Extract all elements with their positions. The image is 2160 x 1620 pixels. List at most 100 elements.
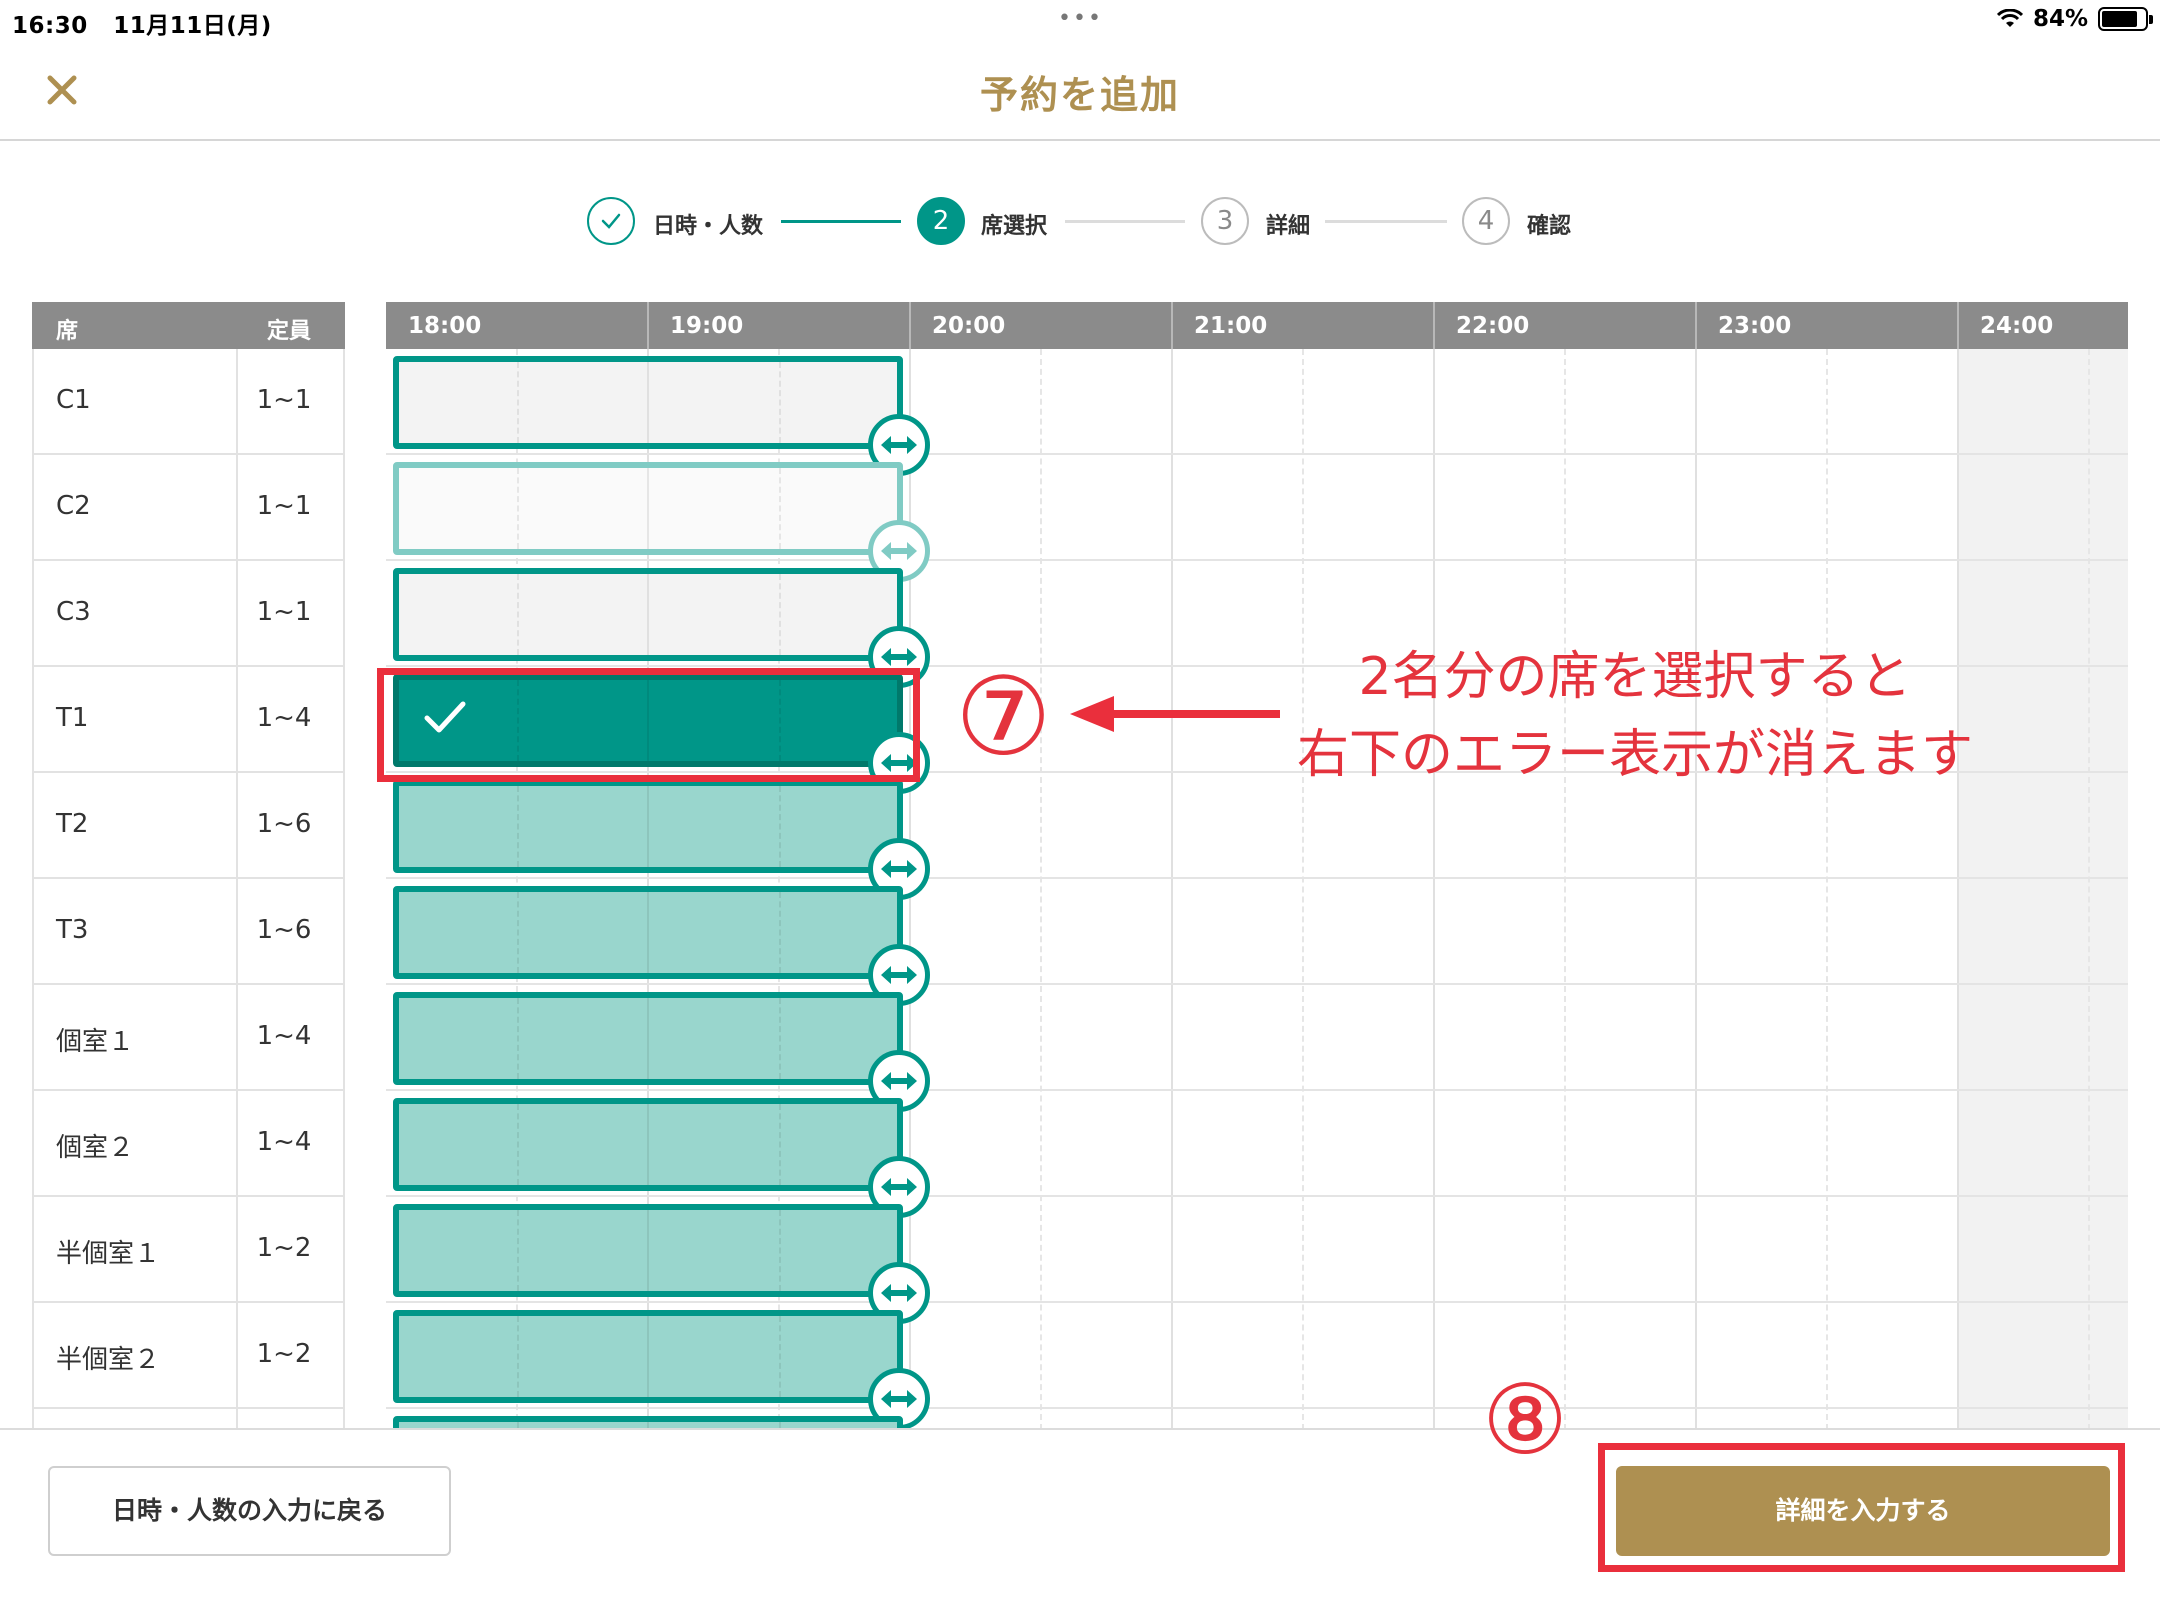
- step-4-label: 確認: [1527, 214, 1572, 239]
- seat-name: C2: [56, 491, 91, 521]
- timeline-hour-label: 24:00: [1980, 313, 2054, 339]
- seat-table: 席 定員 C1 1~1 C2 1~1 C3 1~1 T1 1~4 T2 1~6 T3 1~6 個室１ 1~…: [32, 302, 345, 1430]
- seat-row: [32, 1409, 345, 1430]
- status-time: 16:30 11月11日(月): [12, 6, 272, 40]
- timeline-half-hour-line: [1302, 349, 1304, 1430]
- timeline-hour-divider: [1957, 302, 1959, 349]
- block-half-hour-line: [517, 786, 519, 867]
- enter-details-button[interactable]: 詳細を入力する: [1616, 1466, 2110, 1556]
- block-hour-line: [647, 680, 649, 761]
- seat-name: C1: [56, 385, 91, 415]
- timeline-grid: 18:00 19:00 20:00 21:00 22:00 23:00 24:00: [386, 302, 2128, 1430]
- step-3-circle: 3: [1201, 197, 1249, 245]
- block-hour-line: [647, 468, 649, 549]
- timeline-hour-label: 22:00: [1456, 313, 1530, 339]
- column-divider: [236, 1409, 238, 1430]
- block-half-hour-line: [779, 998, 781, 1079]
- timeline-hour-label: 18:00: [408, 313, 482, 339]
- reservation-block[interactable]: [393, 1310, 930, 1430]
- status-date: 11月11日(月): [113, 13, 272, 39]
- seat-row: 個室２ 1~4: [32, 1091, 345, 1197]
- timeline-hour-label: 20:00: [932, 313, 1006, 339]
- timeline-row-line: [386, 559, 2128, 561]
- step-connector-3: [1325, 220, 1447, 223]
- resize-arrows-icon: [881, 542, 917, 560]
- seat-rows: C1 1~1 C2 1~1 C3 1~1 T1 1~4 T2 1~6 T3 1~6 個室１ 1~4 個室２ 1…: [32, 349, 345, 1430]
- block-half-hour-line: [779, 362, 781, 443]
- step-4-circle: 4: [1462, 197, 1510, 245]
- timeline-hour-label: 23:00: [1718, 313, 1792, 339]
- seat-name: T3: [56, 915, 89, 945]
- reservation-block[interactable]: [393, 886, 930, 1006]
- timeline-row-line: [386, 453, 2128, 455]
- timeline-hour-divider: [1695, 302, 1697, 349]
- resize-arrows-icon: [881, 860, 917, 878]
- resize-arrows-icon: [881, 1390, 917, 1408]
- block-half-hour-line: [517, 1210, 519, 1291]
- seat-capacity: 1~1: [256, 385, 312, 415]
- seat-row: 半個室２ 1~2: [32, 1303, 345, 1409]
- timeline-row-line: [386, 1301, 2128, 1303]
- timeline-hour-label: 19:00: [670, 313, 744, 339]
- multitask-dots-icon[interactable]: •••: [1058, 6, 1103, 31]
- resize-arrows-icon: [881, 1072, 917, 1090]
- seat-column-header: 席: [56, 319, 79, 344]
- reservation-block[interactable]: [393, 992, 930, 1112]
- timeline-hour-label: 21:00: [1194, 313, 1268, 339]
- progress-stepper: 日時・人数 2 席選択 3 詳細 4 確認: [0, 197, 2160, 247]
- reservation-block[interactable]: [393, 1204, 930, 1324]
- block-half-hour-line: [517, 998, 519, 1079]
- timeline-row-line: [386, 1407, 2128, 1409]
- block-half-hour-line: [517, 468, 519, 549]
- seat-table-header: 席 定員: [32, 302, 345, 349]
- timeline-row-line: [386, 771, 2128, 773]
- seat-name: 個室２: [56, 1133, 135, 1163]
- timeline-hour-divider: [909, 302, 911, 349]
- step-connector-1: [781, 220, 901, 223]
- battery-icon: [2098, 7, 2153, 31]
- timeline-hour-line: [1171, 349, 1173, 1430]
- seat-row: T2 1~6: [32, 773, 345, 879]
- block-hour-line: [647, 1210, 649, 1291]
- timeline-half-hour-line: [1826, 349, 1828, 1430]
- seat-capacity: 1~6: [256, 915, 312, 945]
- timeline-half-hour-line: [1564, 349, 1566, 1430]
- seat-capacity: 1~4: [256, 1021, 312, 1051]
- block-half-hour-line: [779, 1316, 781, 1397]
- seat-name: C3: [56, 597, 91, 627]
- resize-arrows-icon: [881, 648, 917, 666]
- reservation-block[interactable]: [393, 356, 930, 476]
- timeline-row-line: [386, 983, 2128, 985]
- status-bar: 16:30 11月11日(月) ••• 84%: [0, 0, 2160, 42]
- back-to-datetime-button[interactable]: 日時・人数の入力に戻る: [48, 1466, 451, 1556]
- timeline-hour-divider: [647, 302, 649, 349]
- resize-arrows-icon: [881, 754, 917, 772]
- reservation-block[interactable]: [393, 780, 930, 900]
- timeline-half-hour-line: [2088, 349, 2090, 1430]
- status-indicators: 84%: [1996, 6, 2153, 32]
- block-hour-line: [647, 1316, 649, 1397]
- seat-row: T1 1~4: [32, 667, 345, 773]
- reservation-block[interactable]: [393, 674, 930, 794]
- block-half-hour-line: [779, 574, 781, 655]
- footer-bar: 日時・人数の入力に戻る 詳細を入力する: [0, 1428, 2160, 1620]
- timeline-hour-line: [1957, 349, 1959, 1430]
- reservation-block[interactable]: [393, 462, 930, 582]
- step-2-label: 席選択: [981, 214, 1048, 239]
- reservation-block[interactable]: [393, 568, 930, 688]
- seat-capacity: 1~2: [256, 1339, 312, 1369]
- modal-header: 予約を追加: [0, 42, 2160, 141]
- step-1-circle: [587, 197, 635, 245]
- seat-capacity: 1~1: [256, 491, 312, 521]
- block-half-hour-line: [517, 362, 519, 443]
- page-title: 予約を追加: [979, 73, 1180, 117]
- block-half-hour-line: [779, 1210, 781, 1291]
- timeline-row-line: [386, 1089, 2128, 1091]
- seat-name: 半個室１: [56, 1239, 161, 1269]
- capacity-column-header: 定員: [267, 319, 312, 344]
- reservation-block[interactable]: [393, 1098, 930, 1218]
- app-root: 16:30 11月11日(月) ••• 84% 予約を追加 日時・人数 2 席選…: [0, 0, 2160, 1620]
- seat-row: C2 1~1: [32, 455, 345, 561]
- seat-name: T1: [56, 703, 89, 733]
- block-half-hour-line: [517, 1316, 519, 1397]
